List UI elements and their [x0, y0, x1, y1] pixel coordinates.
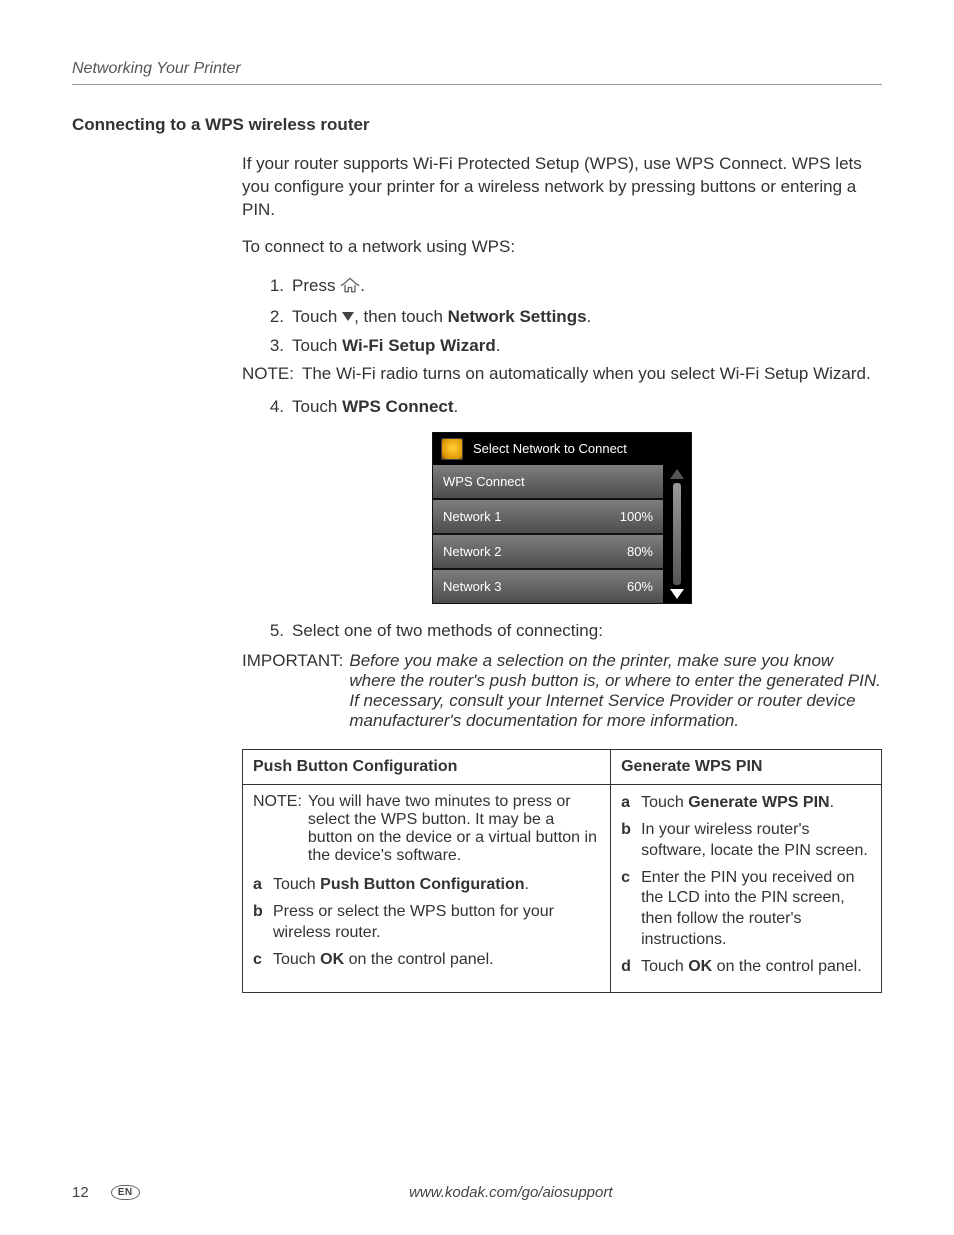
- txt: Touch: [273, 951, 320, 968]
- step-4-text-b: .: [454, 397, 459, 416]
- language-badge: EN: [111, 1185, 140, 1200]
- lcd-title: Select Network to Connect: [473, 441, 627, 456]
- txt: Enter the PIN you received on the LCD in…: [641, 868, 871, 951]
- lcd-row-network2: Network 2 80%: [433, 535, 663, 570]
- note-text: The Wi-Fi radio turns on automatically w…: [302, 364, 882, 384]
- lcd-row-label: Network 2: [443, 544, 502, 559]
- txt: .: [830, 794, 834, 811]
- col2-step-b: b In your wireless router's software, lo…: [621, 820, 871, 862]
- scroll-track: [673, 483, 681, 585]
- lcd-row-network1: Network 1 100%: [433, 500, 663, 535]
- page-footer: 12 EN www.kodak.com/go/aiosupport: [72, 1184, 882, 1201]
- methods-table: Push Button Configuration Generate WPS P…: [242, 749, 882, 992]
- col2-step-d: d Touch OK on the control panel.: [621, 957, 871, 978]
- note-row: NOTE: The Wi-Fi radio turns on automatic…: [242, 364, 882, 384]
- txt: .: [525, 876, 529, 893]
- txt-bold: OK: [688, 958, 712, 975]
- intro-paragraph: If your router supports Wi-Fi Protected …: [242, 153, 882, 222]
- txt: Touch: [273, 876, 320, 893]
- step-2-text-c: .: [587, 307, 592, 326]
- txt: on the control panel.: [712, 958, 861, 975]
- col1-note-text: You will have two minutes to press or se…: [308, 793, 600, 865]
- scroll-up-icon: [670, 469, 684, 479]
- txt-bold: Push Button Configuration: [320, 876, 524, 893]
- step-2-text-b: , then touch: [354, 307, 448, 326]
- home-icon: [340, 276, 360, 302]
- lcd-row-signal: 80%: [627, 544, 653, 559]
- footer-url: www.kodak.com/go/aiosupport: [140, 1184, 882, 1201]
- txt-bold: OK: [320, 951, 344, 968]
- col2-step-a: a Touch Generate WPS PIN.: [621, 793, 871, 814]
- step-3: 3. Touch Wi-Fi Setup Wizard.: [254, 333, 882, 359]
- step-1-text-b: .: [360, 276, 365, 295]
- step-5: 5. Select one of two methods of connecti…: [254, 618, 882, 644]
- important-text: Before you make a selection on the print…: [349, 651, 882, 731]
- step-1: 1. Press .: [254, 273, 882, 302]
- txt: In your wireless router's software, loca…: [641, 820, 871, 862]
- col1-step-a: a Touch Push Button Configuration.: [253, 875, 600, 896]
- lcd-row-label: Network 3: [443, 579, 502, 594]
- col2-cell: a Touch Generate WPS PIN. b In your wire…: [611, 785, 882, 992]
- sun-icon: [441, 438, 463, 460]
- lcd-row-signal: 100%: [620, 509, 653, 524]
- running-head: Networking Your Printer: [72, 60, 882, 85]
- step-4-text-a: Touch: [292, 397, 342, 416]
- txt: Press or select the WPS button for your …: [273, 902, 600, 944]
- lcd-row-network3: Network 3 60%: [433, 570, 663, 603]
- connect-intro: To connect to a network using WPS:: [242, 236, 882, 259]
- page-number: 12: [72, 1184, 89, 1201]
- col2-step-c: c Enter the PIN you received on the LCD …: [621, 868, 871, 951]
- col1-header: Push Button Configuration: [243, 750, 611, 785]
- col1-note-label: NOTE:: [253, 793, 308, 865]
- step-3-bold: Wi-Fi Setup Wizard: [342, 336, 496, 355]
- col1-cell: NOTE: You will have two minutes to press…: [243, 785, 611, 992]
- step-5-text: Select one of two methods of connecting:: [292, 618, 882, 644]
- down-arrow-icon: [342, 312, 354, 321]
- col1-step-c: c Touch OK on the control panel.: [253, 950, 600, 971]
- step-2: 2. Touch , then touch Network Settings.: [254, 304, 882, 330]
- section-title: Connecting to a WPS wireless router: [72, 115, 882, 135]
- step-3-text-b: .: [496, 336, 501, 355]
- txt: Touch: [641, 794, 688, 811]
- step-2-bold: Network Settings: [448, 307, 587, 326]
- step-4: 4. Touch WPS Connect.: [254, 394, 882, 420]
- col2-header: Generate WPS PIN: [611, 750, 882, 785]
- lcd-scrollbar: [663, 465, 691, 603]
- lcd-row-wps: WPS Connect: [433, 465, 663, 500]
- step-3-text-a: Touch: [292, 336, 342, 355]
- note-label: NOTE:: [242, 364, 302, 384]
- step-1-text-a: Press: [292, 276, 340, 295]
- scroll-down-icon: [670, 589, 684, 599]
- txt: Touch: [641, 958, 688, 975]
- step-2-text-a: Touch: [292, 307, 342, 326]
- col1-step-b: b Press or select the WPS button for you…: [253, 902, 600, 944]
- lcd-screenshot: Select Network to Connect WPS Connect Ne…: [432, 432, 692, 604]
- lcd-row-label: Network 1: [443, 509, 502, 524]
- txt: on the control panel.: [344, 951, 493, 968]
- important-label: IMPORTANT:: [242, 651, 349, 731]
- lcd-row-label: WPS Connect: [443, 474, 525, 489]
- important-row: IMPORTANT: Before you make a selection o…: [242, 651, 882, 731]
- txt-bold: Generate WPS PIN: [688, 794, 829, 811]
- lcd-row-signal: 60%: [627, 579, 653, 594]
- step-4-bold: WPS Connect: [342, 397, 453, 416]
- lcd-header: Select Network to Connect: [433, 433, 691, 465]
